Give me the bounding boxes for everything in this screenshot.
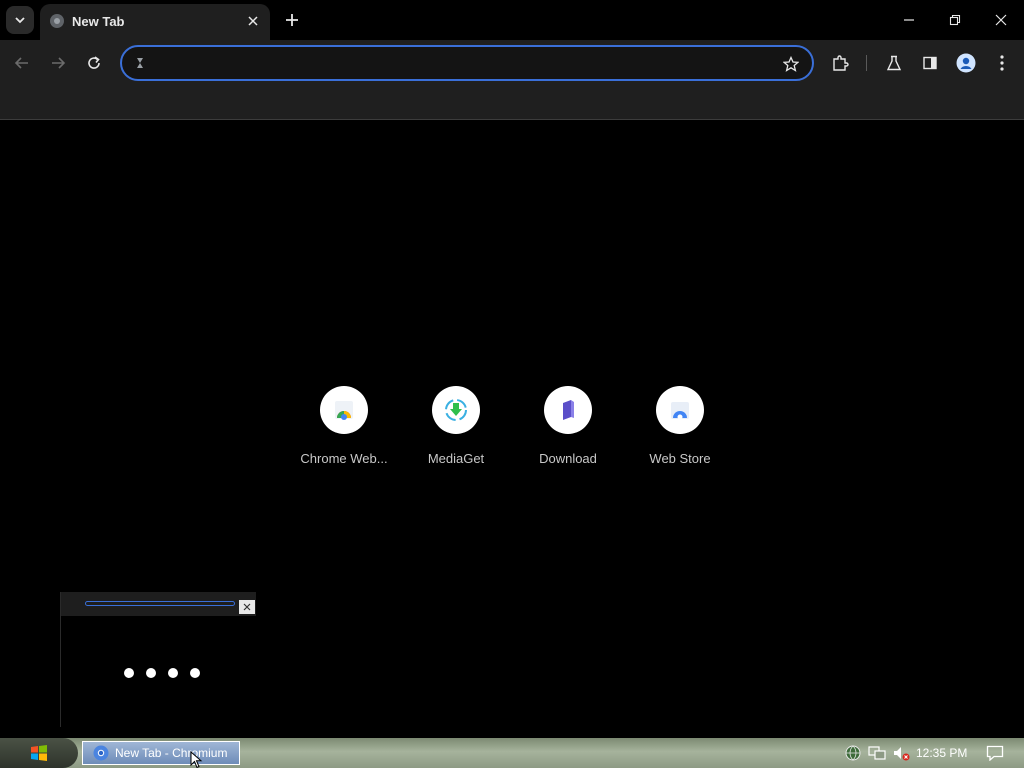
- taskbar-clock[interactable]: 12:35 PM: [916, 746, 967, 760]
- shortcut-label: MediaGet: [427, 451, 485, 466]
- thumbnail-toolbar: [61, 592, 256, 616]
- new-tab-page: Chrome Web... MediaGet Download Web Stor…: [0, 121, 1024, 738]
- profile-button[interactable]: [952, 49, 980, 77]
- start-button[interactable]: [0, 738, 78, 768]
- taskbar: New Tab - Chromium 12:35 PM: [0, 738, 1024, 768]
- volume-muted-icon: [894, 747, 910, 761]
- globe-icon: [50, 14, 64, 28]
- close-icon: [243, 603, 251, 611]
- arrow-right-icon: [52, 57, 66, 69]
- minimize-button[interactable]: [886, 0, 932, 40]
- download-icon: [563, 400, 574, 420]
- thumbnail-shortcut-dot: [146, 668, 156, 678]
- restore-button[interactable]: [932, 0, 978, 40]
- restore-icon: [949, 14, 961, 26]
- toolbar: [0, 40, 1024, 86]
- address-input[interactable]: [156, 53, 776, 73]
- tab-new-tab[interactable]: New Tab: [40, 4, 270, 40]
- address-bar[interactable]: [120, 45, 814, 81]
- minimize-icon: [904, 19, 914, 21]
- forward-button[interactable]: [44, 49, 72, 77]
- thumbnail-shortcut-dot: [190, 668, 200, 678]
- tab-strip: New Tab: [0, 0, 1024, 40]
- bookmark-star-button[interactable]: [780, 53, 802, 75]
- shortcut-web-store[interactable]: Web Store: [624, 386, 736, 476]
- shortcut-icon-container: [320, 386, 368, 434]
- tab-close-button[interactable]: [244, 12, 262, 30]
- thumbnail-shortcut-dot: [124, 668, 134, 678]
- close-window-button[interactable]: [978, 0, 1024, 40]
- arrow-left-icon: [14, 57, 28, 69]
- labs-button[interactable]: [880, 49, 908, 77]
- back-button[interactable]: [8, 49, 36, 77]
- thumbnail-address-bar: [85, 601, 235, 606]
- reload-icon: [88, 56, 100, 69]
- flask-icon: [886, 55, 902, 71]
- mediaget-icon: [445, 399, 467, 421]
- shortcut-icon-container: [432, 386, 480, 434]
- network-icon: [868, 746, 886, 760]
- side-panel-button[interactable]: [916, 49, 944, 77]
- side-panel-icon: [923, 56, 937, 70]
- close-icon: [995, 14, 1007, 26]
- site-info-icon: [137, 58, 143, 68]
- shortcut-chrome-web-store[interactable]: Chrome Web...: [288, 386, 400, 476]
- tab-title: New Tab: [72, 14, 125, 29]
- screen: New Tab Chrome Web... MediaGet Download …: [0, 0, 1024, 768]
- bookmarks-bar: [0, 86, 1024, 120]
- tray-globe-icon[interactable]: [844, 744, 862, 762]
- new-tab-button[interactable]: [280, 8, 304, 32]
- taskbar-item-chromium[interactable]: New Tab - Chromium: [82, 741, 240, 765]
- shortcut-download[interactable]: Download: [512, 386, 624, 476]
- mouse-cursor-icon: [190, 751, 203, 768]
- toolbar-separator: [866, 55, 867, 71]
- chevron-down-icon: [15, 17, 25, 24]
- notification-icon: [986, 745, 1004, 761]
- windows-logo-icon: [31, 745, 47, 761]
- thumbnail-close-button[interactable]: [239, 600, 255, 614]
- tray-volume-muted-icon[interactable]: [892, 744, 910, 762]
- shortcut-mediaget[interactable]: MediaGet: [400, 386, 512, 476]
- extensions-button[interactable]: [826, 49, 854, 77]
- shortcut-icon-container: [544, 386, 592, 434]
- globe-icon: [845, 745, 861, 761]
- puzzle-icon: [833, 55, 849, 71]
- shortcut-label: Web Store: [649, 451, 711, 466]
- tray-network-icon[interactable]: [868, 744, 886, 762]
- menu-button[interactable]: [988, 49, 1016, 77]
- window-thumbnail-preview[interactable]: [60, 592, 260, 727]
- avatar-icon: [956, 53, 976, 73]
- tab-search-button[interactable]: [6, 6, 34, 34]
- web-store-icon: [671, 402, 689, 420]
- kebab-menu-icon: [1000, 55, 1004, 71]
- shortcut-label: Download: [539, 451, 597, 466]
- reload-button[interactable]: [80, 49, 108, 77]
- shortcut-label: Chrome Web...: [300, 451, 388, 466]
- taskbar-item-label: New Tab - Chromium: [115, 746, 228, 760]
- shortcut-icon-container: [656, 386, 704, 434]
- action-center-button[interactable]: [986, 744, 1004, 762]
- chrome-web-store-icon: [335, 401, 353, 420]
- thumbnail-shortcut-dot: [168, 668, 178, 678]
- close-icon: [248, 16, 258, 26]
- plus-icon: [286, 14, 298, 26]
- star-icon: [783, 56, 799, 72]
- chromium-icon: [93, 745, 109, 761]
